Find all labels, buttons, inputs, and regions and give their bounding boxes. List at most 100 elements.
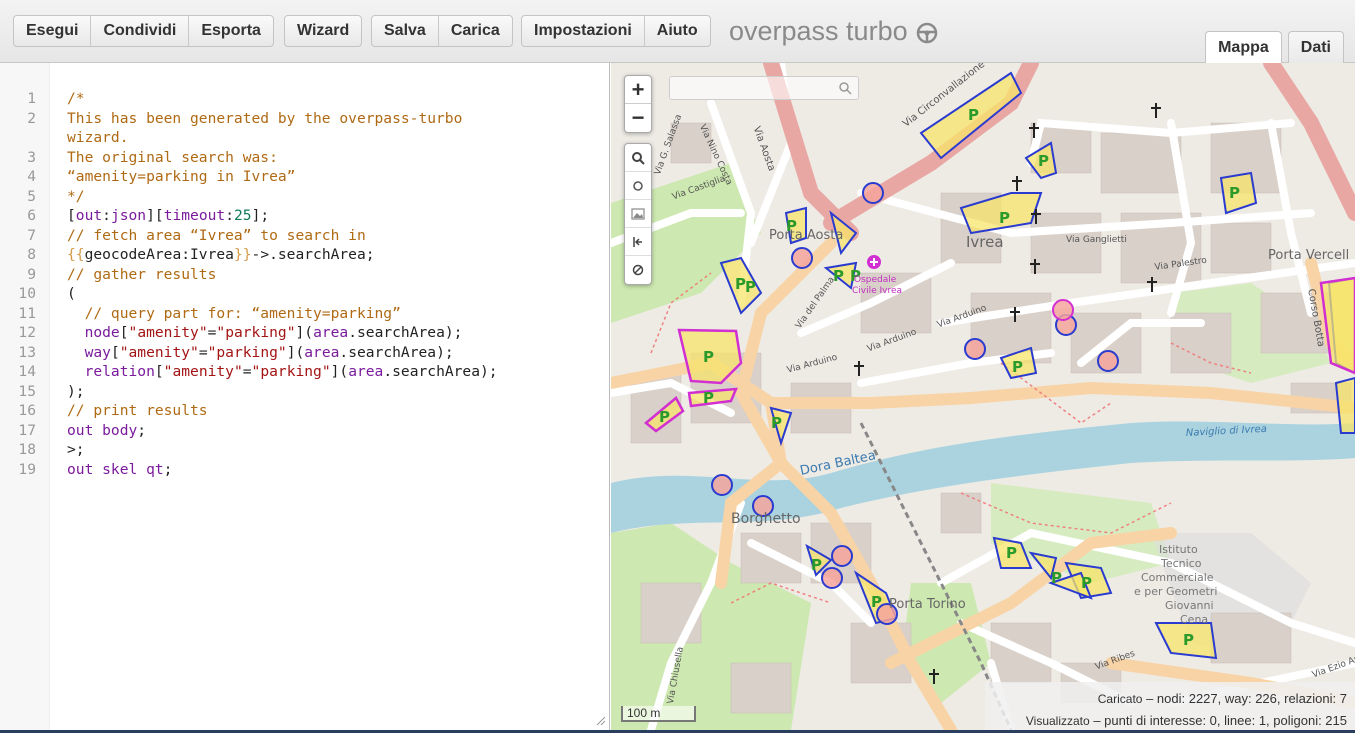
code-area[interactable]: 1 /* 2 This has been generated by the overp… <box>0 89 610 479</box>
code-token: ; <box>137 421 147 439</box>
brand-title: overpass turbo <box>729 16 908 46</box>
code-token: "parking" <box>251 363 331 380</box>
code-token: node <box>84 324 120 341</box>
code-token: : <box>225 207 234 224</box>
map-label-istituto-5: Giovanni <box>1165 599 1214 612</box>
map-label-istituto-2: Tecnico <box>1161 557 1202 570</box>
line-text: wizard. <box>67 128 129 148</box>
share-button[interactable]: Condividi <box>91 16 190 46</box>
map-search-input[interactable] <box>669 76 859 100</box>
query-editor[interactable]: 1 /* 2 This has been generated by the overp… <box>0 63 610 730</box>
code-line[interactable]: 11 // query part for: “amenity=parking” <box>0 304 610 324</box>
line-number: 16 <box>18 402 36 419</box>
code-line[interactable]: 19 out skel qt; <box>0 460 610 480</box>
settings-group: Impostazioni Aiuto <box>521 15 711 47</box>
svg-text:P: P <box>1229 184 1240 202</box>
code-token: .searchArea); <box>383 363 498 380</box>
search-icon[interactable] <box>838 81 852 95</box>
code-line[interactable]: 15); <box>0 382 610 402</box>
code-token: "amenity" <box>128 324 208 341</box>
run-button[interactable]: Esegui <box>14 16 92 46</box>
line-number: 18 <box>18 441 36 458</box>
code-line[interactable]: 3 The original search was: <box>0 148 610 168</box>
line-text: out skel qt; <box>67 460 172 480</box>
settings-button[interactable]: Impostazioni <box>522 16 645 46</box>
code-line[interactable]: 10 ( <box>0 284 610 304</box>
code-line[interactable]: 13 way["amenity"="parking"](area.searchA… <box>0 343 610 363</box>
wizard-button[interactable]: Wizard <box>285 16 361 46</box>
code-line[interactable]: 14 relation["amenity"="parking"](area.se… <box>0 362 610 382</box>
line-text: // query part for: “amenity=parking” <box>67 304 401 324</box>
locate-button[interactable] <box>625 172 651 200</box>
line-number: 19 <box>18 460 36 478</box>
code-line[interactable]: 9 // gather results <box>0 265 610 285</box>
svg-text:P: P <box>659 408 670 426</box>
code-token: geocodeArea:Ivrea <box>84 246 234 263</box>
svg-text:P: P <box>1051 569 1062 587</box>
code-line[interactable]: 1 /* <box>0 89 610 109</box>
toggle-panel-button[interactable] <box>625 228 651 256</box>
load-button[interactable]: Carica <box>439 16 512 46</box>
code-token: The original search was: <box>67 148 278 166</box>
code-line[interactable]: 16 // print results <box>0 401 610 421</box>
code-token: relation <box>84 363 155 380</box>
tab-data[interactable]: Dati <box>1287 31 1344 63</box>
zoom-to-data-button[interactable] <box>625 144 651 172</box>
main-actions-group: Esegui Condividi Esporta <box>13 15 274 47</box>
code-token: [ <box>67 207 76 224</box>
line-text: “amenity=parking in Ivrea” <box>67 167 295 187</box>
line-number: 17 <box>18 421 36 439</box>
help-button[interactable]: Aiuto <box>645 16 710 46</box>
line-number: 2 <box>27 109 36 127</box>
svg-text:P: P <box>811 556 822 574</box>
svg-text:P: P <box>1012 358 1023 376</box>
stats-shown-label: Visualizzato <box>1025 714 1090 728</box>
code-token: out skel qt <box>67 460 164 478</box>
code-line[interactable]: 12 node["amenity"="parking"](area.search… <box>0 323 610 343</box>
code-line[interactable]: 4 “amenity=parking in Ivrea” <box>0 167 610 187</box>
zoom-in-button[interactable]: + <box>625 76 651 104</box>
code-token: // query part for: “amenity=parking” <box>67 304 401 322</box>
map-view[interactable]: PPP PPP PPP PPP PPP PPP PP Naviglio di I… <box>611 63 1355 730</box>
line-number: 4 <box>27 168 36 185</box>
line-text: relation["amenity"="parking"](area.searc… <box>67 362 498 382</box>
zoom-out-button[interactable]: − <box>625 104 651 132</box>
export-image-button[interactable] <box>625 200 651 228</box>
code-line[interactable]: 7 // fetch area “Ivrea” to search in <box>0 226 610 246</box>
code-line[interactable]: wizard. <box>0 128 610 148</box>
code-line[interactable]: 17 out body; <box>0 421 610 441</box>
line-text: way["amenity"="parking"](area.searchArea… <box>67 343 454 363</box>
code-line[interactable]: 6 [out:json][timeout:25]; <box>0 206 610 226</box>
tab-map[interactable]: Mappa <box>1205 31 1282 64</box>
code-line[interactable]: 8 {{geocodeArea:Ivrea}}->.searchArea; <box>0 245 610 265</box>
stats-loaded-value: – nodi: 2227, way: 226, relazioni: 7 <box>1146 691 1347 706</box>
clear-data-button[interactable] <box>625 256 651 284</box>
export-button[interactable]: Esporta <box>189 16 273 46</box>
line-number: 13 <box>18 343 36 361</box>
circle-icon <box>633 180 643 191</box>
code-token: "parking" <box>207 343 287 361</box>
line-text: /* <box>67 89 85 109</box>
code-token: = <box>242 363 252 380</box>
map-label-porta-aosta: Porta Aosta <box>769 228 844 243</box>
resize-grip-icon[interactable] <box>596 716 606 726</box>
line-number: 6 <box>27 207 36 224</box>
code-token: area <box>304 343 340 361</box>
code-token: .searchArea); <box>339 343 454 361</box>
code-line[interactable]: 2 This has been generated by the overpass… <box>0 109 610 129</box>
view-tabs: Mappa Dati <box>1205 31 1344 64</box>
forbidden-icon <box>632 264 644 276</box>
map-tool-control <box>624 143 652 285</box>
line-number: 7 <box>27 226 36 244</box>
code-token: ]( <box>286 343 305 361</box>
code-line[interactable]: 5 */ <box>0 187 610 207</box>
code-token: ][ <box>146 207 164 224</box>
data-stats: Caricato – nodi: 2227, way: 226, relazio… <box>985 682 1355 730</box>
save-button[interactable]: Salva <box>372 16 439 46</box>
code-line[interactable]: 18 >; <box>0 440 610 460</box>
line-number: 3 <box>27 148 36 166</box>
line-text: // fetch area “Ivrea” to search in <box>67 226 366 246</box>
collapse-left-icon <box>633 236 642 247</box>
map-label-istituto-3: Commerciale <box>1141 571 1214 584</box>
